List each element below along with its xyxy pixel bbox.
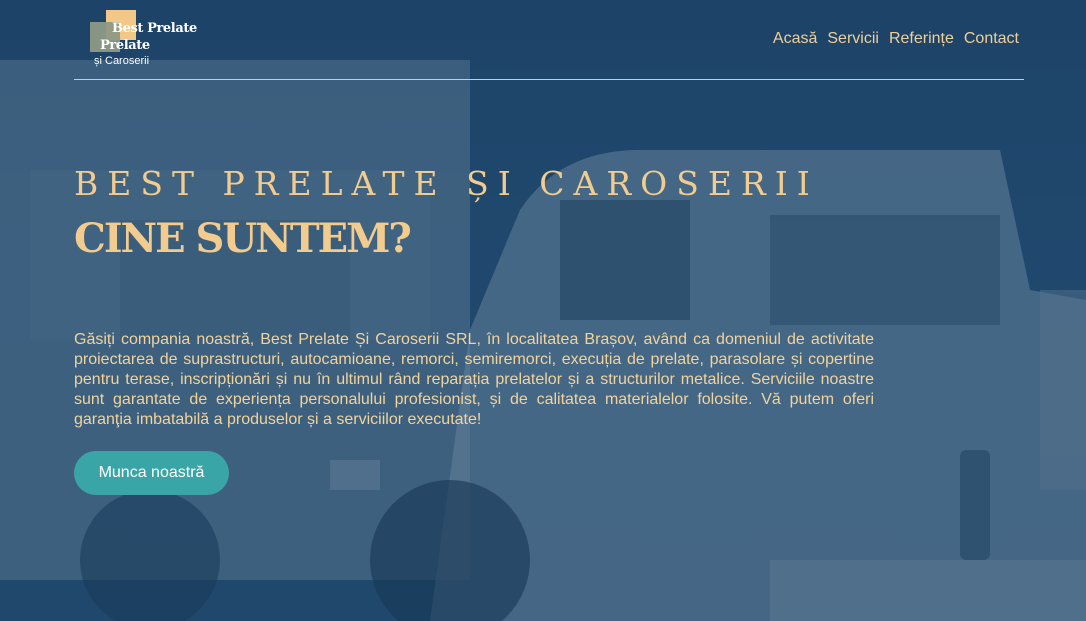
hero-description: Găsiți compania noastră, Best Prelate Și…: [74, 331, 874, 428]
site-header: Best Prelate Prelate și Caroserii Acasă …: [74, 0, 1024, 80]
logo-text-line2: Prelate: [100, 38, 150, 53]
nav-item-servicii[interactable]: Servicii: [827, 30, 879, 48]
logo-text-line3: și Caroserii: [94, 55, 150, 67]
nav-item-contact[interactable]: Contact: [964, 30, 1019, 48]
page-title: CINE SUNTEM?: [74, 215, 412, 262]
nav-item-acasa[interactable]: Acasă: [773, 30, 817, 48]
nav-item-referinte[interactable]: Referințe: [889, 30, 954, 48]
hero-section: Best Prelate Prelate și Caroserii Acasă …: [0, 0, 1086, 621]
our-work-button[interactable]: Munca noastră: [74, 451, 229, 495]
logo-text-line1: Best Prelate: [112, 21, 197, 36]
color-overlay: [0, 0, 1086, 621]
main-nav: Acasă Servicii Referințe Contact: [773, 30, 1019, 48]
company-logo[interactable]: Best Prelate Prelate și Caroserii: [90, 8, 210, 70]
hero-kicker: BEST PRELATE ȘI CAROSERII: [74, 164, 819, 203]
